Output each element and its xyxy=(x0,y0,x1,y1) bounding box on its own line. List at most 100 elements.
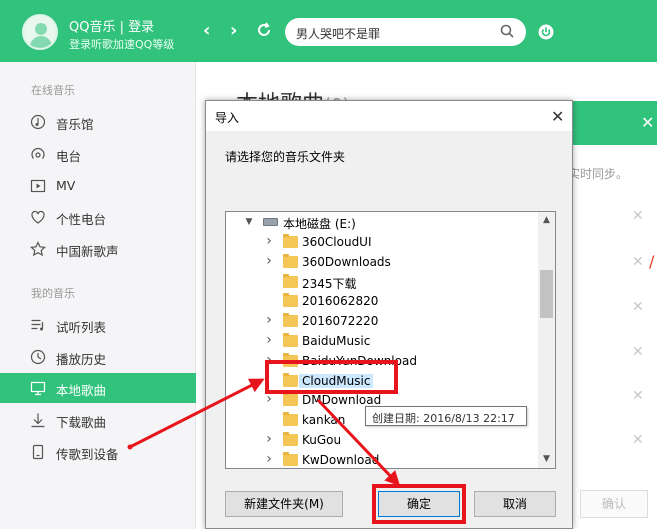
sidebar-item-label: 传歌到设备 xyxy=(56,447,119,462)
folder-icon xyxy=(283,253,298,268)
annotation-mark: / xyxy=(649,252,655,271)
sidebar-item-mv[interactable]: MV xyxy=(0,171,196,201)
highlight-box-ok-button xyxy=(372,484,466,524)
folder-icon xyxy=(283,313,298,328)
drive-icon xyxy=(263,218,278,226)
tree-row-folder[interactable]: 2016062820 xyxy=(226,291,538,311)
heart-radio-icon xyxy=(31,210,45,224)
dialog-title: 导入 xyxy=(215,111,240,125)
folder-icon xyxy=(283,412,298,427)
dialog-prompt: 请选择您的音乐文件夹 xyxy=(225,150,346,164)
sidebar-item-label: 试听列表 xyxy=(56,320,107,335)
playlist-icon xyxy=(31,319,44,331)
scrollbar[interactable]: ▲ ▼ xyxy=(538,212,555,468)
remove-row-icon[interactable]: ✕ xyxy=(632,299,644,315)
sidebar-item-music-hall[interactable]: 音乐馆 xyxy=(0,107,196,137)
folder-icon xyxy=(283,333,298,347)
sidebar-item-label: 中国新歌声 xyxy=(56,244,119,259)
folder-tooltip: 创建日期: 2016/8/13 22:17 xyxy=(365,406,527,426)
folder-icon xyxy=(283,293,298,308)
refresh-icon[interactable] xyxy=(256,22,272,42)
search-input[interactable]: 男人哭吧不是罪 xyxy=(285,18,526,46)
app-header: QQ音乐 | 登录 登录听歌加速QQ等级 ‹ › 男人哭吧不是罪 xyxy=(0,0,657,62)
folder-name: 2345下载 xyxy=(302,276,357,291)
section-online-music: 在线音乐 xyxy=(31,84,75,97)
folder-name: BaiduMusic xyxy=(302,334,371,348)
chevron-right-icon[interactable]: › xyxy=(264,233,274,249)
sidebar-item-label: 下载歌曲 xyxy=(56,415,107,430)
sidebar-item-label: 电台 xyxy=(56,149,82,164)
star-icon xyxy=(30,241,46,257)
folder-name: kankan xyxy=(302,413,346,428)
sidebar-item-sing-china[interactable]: 中国新歌声 xyxy=(0,234,196,264)
remove-row-icon[interactable]: ✕ xyxy=(632,388,644,404)
section-my-music: 我的音乐 xyxy=(31,287,75,300)
chevron-right-icon[interactable]: › xyxy=(264,312,274,328)
mv-icon xyxy=(30,179,46,193)
confirm-button[interactable]: 确认 xyxy=(580,490,648,518)
sidebar-item-downloads[interactable]: 下载歌曲 xyxy=(0,405,196,435)
sidebar-item-label: 个性电台 xyxy=(56,212,107,227)
tree-row-folder[interactable]: › 2016072220 xyxy=(226,311,538,331)
dialog-titlebar: 导入 ✕ xyxy=(206,101,572,131)
folder-icon xyxy=(283,234,298,248)
chevron-left-icon[interactable]: ‹ xyxy=(203,22,210,40)
new-folder-button[interactable]: 新建文件夹(M) xyxy=(225,491,343,517)
sidebar-item-radio[interactable]: 电台 xyxy=(0,139,196,169)
folder-name: 360CloudUI xyxy=(302,235,372,249)
folder-tree[interactable]: ▼ 本地磁盘 (E:) › 360CloudUI › 360Downloads 2345… xyxy=(225,211,556,469)
app-title[interactable]: QQ音乐 | 登录 xyxy=(69,16,154,35)
close-icon[interactable]: ✕ xyxy=(551,107,564,126)
sidebar: 在线音乐 音乐馆 电台 MV 个性电台 中国新歌声 我的音乐 试听列表 播放历史… xyxy=(0,62,196,529)
folder-icon xyxy=(283,432,298,446)
login-subtitle[interactable]: 登录听歌加速QQ等级 xyxy=(69,36,174,52)
cancel-button[interactable]: 取消 xyxy=(474,491,556,517)
folder-icon xyxy=(283,451,298,466)
chevron-right-icon[interactable]: › xyxy=(264,253,274,269)
search-value: 男人哭吧不是罪 xyxy=(296,27,381,41)
folder-icon xyxy=(283,273,298,288)
chevron-right-icon[interactable]: › xyxy=(264,431,274,447)
tree-row-folder[interactable]: › BaiduMusic xyxy=(226,331,538,351)
clock-icon xyxy=(30,349,46,365)
sidebar-item-transfer-device[interactable]: 传歌到设备 xyxy=(0,437,196,467)
chevron-right-icon[interactable]: › xyxy=(230,22,237,40)
tree-row-folder[interactable]: › KwDownload xyxy=(226,450,538,470)
remove-row-icon[interactable]: ✕ xyxy=(632,208,644,224)
highlight-box-cloudmusic xyxy=(265,360,398,394)
sidebar-item-label: MV xyxy=(56,178,76,193)
tree-row-folder[interactable]: › KuGou xyxy=(226,430,538,450)
monitor-icon xyxy=(30,381,46,396)
folder-name: 2016062820 xyxy=(302,294,379,309)
sidebar-item-history[interactable]: 播放历史 xyxy=(0,342,196,372)
sidebar-item-label: 音乐馆 xyxy=(56,117,94,132)
close-icon[interactable]: ✕ xyxy=(641,113,654,132)
avatar[interactable] xyxy=(22,14,58,50)
chevron-right-icon[interactable]: › xyxy=(264,451,274,467)
scroll-thumb[interactable] xyxy=(540,270,553,318)
scroll-down-icon[interactable]: ▼ xyxy=(538,451,555,468)
tree-row-folder[interactable]: 2345下载 xyxy=(226,272,538,292)
remove-row-icon[interactable]: ✕ xyxy=(632,432,644,448)
sync-note: 实时同步。 xyxy=(568,167,629,181)
sidebar-item-trial-list[interactable]: 试听列表 xyxy=(0,310,196,340)
tree-row-drive[interactable]: ▼ 本地磁盘 (E:) xyxy=(226,212,538,232)
sidebar-item-personal-radio[interactable]: 个性电台 xyxy=(0,202,196,232)
folder-name: 360Downloads xyxy=(302,254,391,269)
chevron-down-icon[interactable]: ▼ xyxy=(244,217,254,227)
tree-row-folder[interactable]: › 360Downloads xyxy=(226,252,538,272)
search-icon[interactable] xyxy=(500,24,514,38)
chevron-right-icon[interactable]: › xyxy=(264,332,274,348)
sidebar-item-label: 本地歌曲 xyxy=(56,383,107,398)
remove-row-icon[interactable]: ✕ xyxy=(632,344,644,360)
remove-row-icon[interactable]: ✕ xyxy=(632,254,644,270)
download-icon xyxy=(31,413,45,428)
sidebar-item-label: 播放历史 xyxy=(56,352,107,367)
import-dialog: 导入 ✕ 请选择您的音乐文件夹 ▼ 本地磁盘 (E:) › 360CloudUI ›… xyxy=(205,100,573,529)
device-icon xyxy=(32,444,44,460)
scroll-up-icon[interactable]: ▲ xyxy=(538,212,555,229)
folder-name: KwDownload xyxy=(302,452,380,467)
sidebar-item-local-songs[interactable]: 本地歌曲 xyxy=(0,373,196,403)
tree-row-folder[interactable]: › 360CloudUI xyxy=(226,232,538,252)
power-icon[interactable] xyxy=(537,23,555,41)
